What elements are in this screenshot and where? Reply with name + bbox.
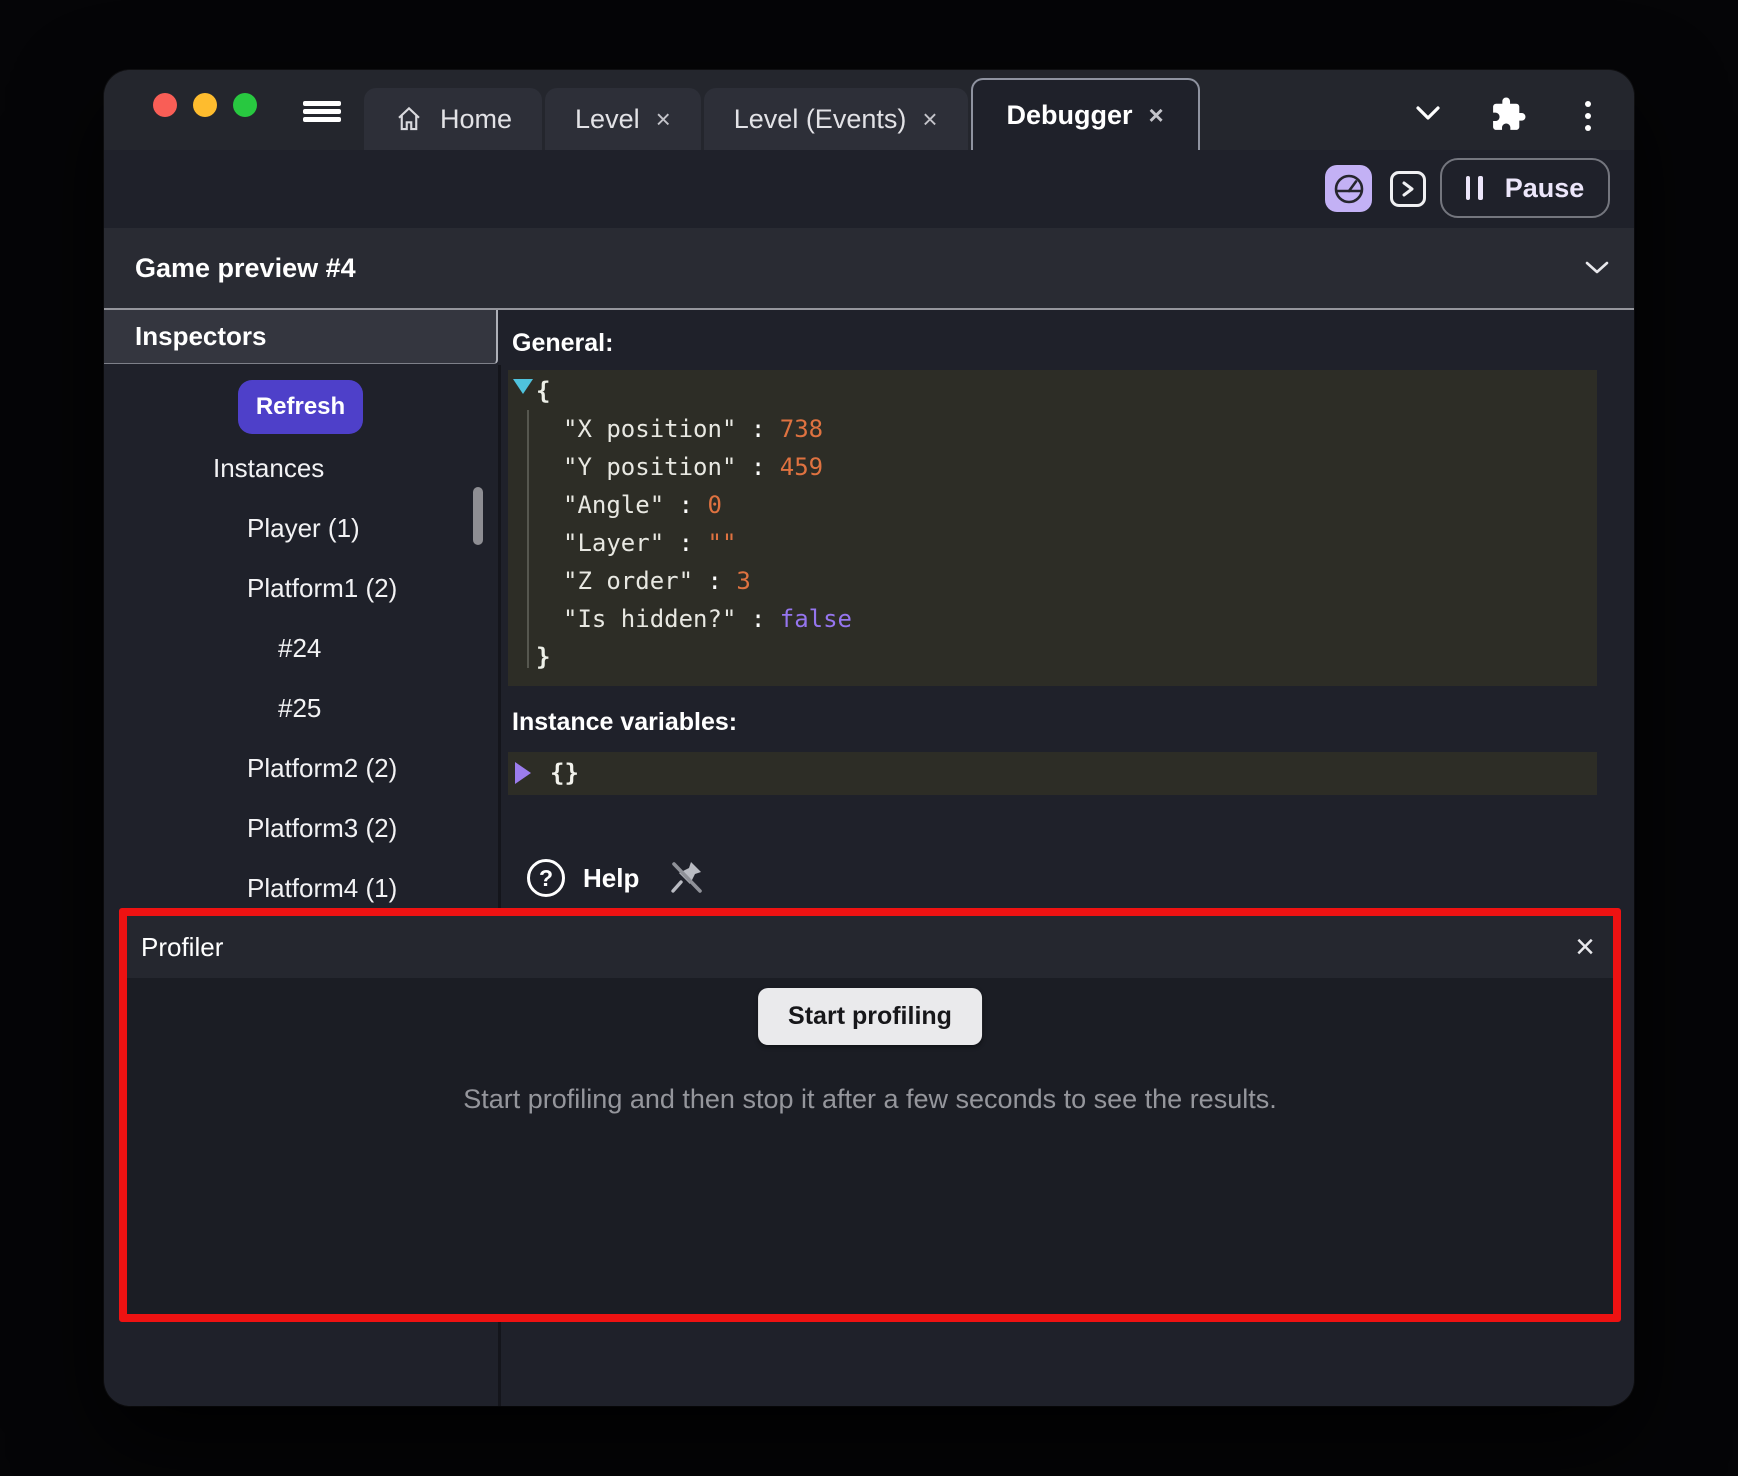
json-entry-y-position: "Y position" : 459	[508, 448, 1597, 486]
json-entry-angle: "Angle" : 0	[508, 486, 1597, 524]
profiler-title: Profiler	[141, 932, 223, 963]
close-icon[interactable]: ×	[656, 106, 671, 132]
json-open-brace: {	[508, 372, 1597, 410]
home-icon	[394, 104, 424, 134]
tab-label: Debugger	[1007, 100, 1133, 131]
close-icon[interactable]: ×	[1149, 102, 1164, 128]
app-window: Home Level × Level (Events) × Debugger ×	[104, 70, 1634, 1406]
json-close-brace: }	[508, 638, 1597, 676]
instance-variables-tree: {}	[508, 752, 1597, 795]
sidebar-item-instances[interactable]: Instances	[213, 448, 324, 488]
profiler-body: Start profiling Start profiling and then…	[127, 978, 1613, 1306]
profiler-toggle-button[interactable]	[1325, 165, 1372, 212]
profiler-panel: Profiler × Start profiling Start profili…	[119, 908, 1621, 1322]
collapse-arrow-icon[interactable]	[513, 379, 533, 394]
unpin-icon[interactable]	[667, 858, 707, 898]
help-question-icon: ?	[527, 859, 565, 897]
json-entry-layer: "Layer" : ""	[508, 524, 1597, 562]
close-icon[interactable]: ×	[922, 106, 937, 132]
general-section-label: General:	[512, 329, 613, 358]
general-json-tree: { "X position" : 738 "Y position" : 459 …	[508, 370, 1597, 686]
tab-bar: Home Level × Level (Events) × Debugger ×	[364, 78, 1200, 150]
tab-label: Level	[575, 104, 640, 135]
sidebar-item-player[interactable]: Player (1)	[247, 508, 360, 548]
chevron-down-icon[interactable]	[1416, 106, 1440, 121]
variables-collapsed-value: {}	[508, 752, 1597, 795]
pause-button[interactable]: Pause	[1440, 158, 1610, 218]
inspectors-title: Inspectors	[135, 310, 267, 364]
profiler-description: Start profiling and then stop it after a…	[127, 1084, 1613, 1115]
speedometer-icon	[1332, 172, 1366, 206]
game-preview-header[interactable]: Game preview #4	[104, 228, 1634, 310]
chevron-down-icon[interactable]	[1585, 261, 1609, 275]
more-options-kebab-icon[interactable]	[1585, 95, 1591, 137]
console-chevron-icon	[1400, 181, 1416, 197]
refresh-button[interactable]: Refresh	[238, 380, 363, 434]
tab-home[interactable]: Home	[364, 88, 542, 150]
window-minimize-button[interactable]	[193, 93, 217, 117]
inspectors-header: Inspectors	[104, 310, 498, 364]
titlebar: Home Level × Level (Events) × Debugger ×	[104, 70, 1634, 150]
sidebar-item-platform2[interactable]: Platform2 (2)	[247, 748, 397, 788]
tab-level-events[interactable]: Level (Events) ×	[704, 88, 968, 150]
sidebar-item-platform3[interactable]: Platform3 (2)	[247, 808, 397, 848]
window-close-button[interactable]	[153, 93, 177, 117]
pause-icon	[1466, 176, 1483, 200]
indent-guide	[527, 410, 529, 668]
profiler-header: Profiler ×	[127, 916, 1613, 978]
tab-debugger[interactable]: Debugger ×	[971, 78, 1200, 150]
sidebar-scrollbar-thumb[interactable]	[473, 487, 483, 545]
tab-label: Level (Events)	[734, 104, 907, 135]
console-button[interactable]	[1390, 171, 1426, 207]
help-button[interactable]: ? Help	[527, 859, 639, 897]
help-label: Help	[583, 863, 639, 894]
game-preview-title: Game preview #4	[135, 228, 356, 308]
instance-variables-label: Instance variables:	[512, 708, 737, 737]
sidebar-item-instance-25[interactable]: #25	[278, 688, 321, 728]
pause-label: Pause	[1505, 173, 1585, 204]
window-zoom-button[interactable]	[233, 93, 257, 117]
json-entry-z-order: "Z order" : 3	[508, 562, 1597, 600]
json-entry-x-position: "X position" : 738	[508, 410, 1597, 448]
tab-level[interactable]: Level ×	[545, 88, 701, 150]
expand-arrow-icon[interactable]	[515, 762, 531, 784]
json-entry-is-hidden: "Is hidden?" : false	[508, 600, 1597, 638]
tab-label: Home	[440, 104, 512, 135]
menu-icon[interactable]	[303, 101, 341, 122]
sidebar-item-platform4[interactable]: Platform4 (1)	[247, 868, 397, 908]
extensions-puzzle-icon[interactable]	[1490, 96, 1527, 133]
profiler-close-icon[interactable]: ×	[1575, 930, 1595, 964]
sidebar-item-instance-24[interactable]: #24	[278, 628, 321, 668]
sidebar-item-platform1[interactable]: Platform1 (2)	[247, 568, 397, 608]
start-profiling-button[interactable]: Start profiling	[758, 988, 982, 1045]
